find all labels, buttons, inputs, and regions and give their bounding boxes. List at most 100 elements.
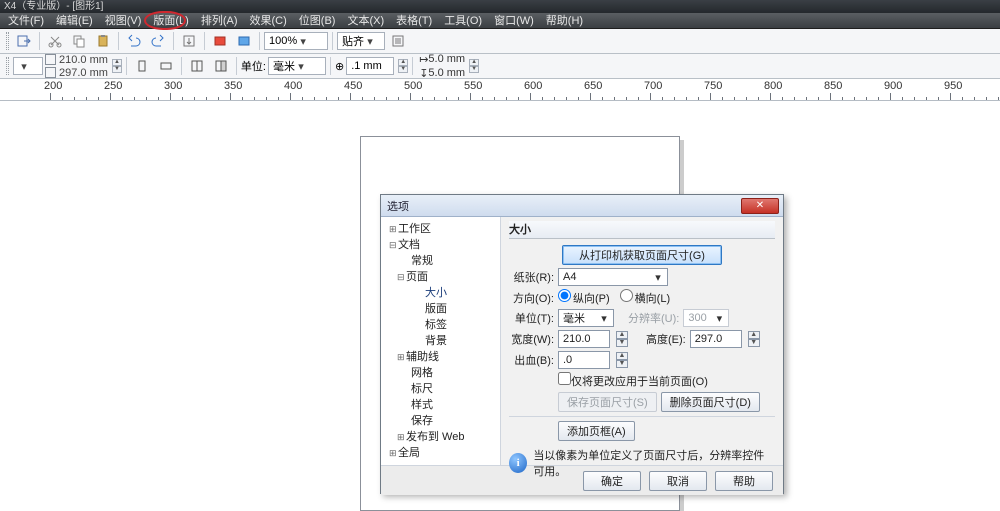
- options-tree[interactable]: ⊞工作区 ⊟文档 常规 ⊟页面 大小 版面 标签 背景 ⊞辅助线 网格 标尺 样…: [381, 217, 501, 465]
- welcome-screen-icon[interactable]: [233, 31, 255, 51]
- apply-current-checkbox[interactable]: 仅将更改应用于当前页面(O): [558, 372, 708, 389]
- dup-y-icon: ↧: [419, 67, 428, 80]
- units-combo[interactable]: 毫米 ▾: [268, 57, 326, 75]
- options-dialog: 选项 ✕ ⊞工作区 ⊟文档 常规 ⊟页面 大小 版面 标签 背景 ⊞辅助线 网格…: [380, 194, 784, 494]
- portrait-radio[interactable]: 纵向(P): [558, 289, 610, 306]
- tree-document[interactable]: ⊟文档: [381, 237, 500, 253]
- menu-view[interactable]: 视图(V): [99, 13, 148, 28]
- menu-layout[interactable]: 版面(L): [147, 13, 194, 28]
- bleed-input[interactable]: .0: [558, 351, 610, 369]
- page-dimensions: 210.0 mm 297.0 mm: [45, 54, 108, 79]
- units-label: 单位(T):: [509, 310, 554, 326]
- landscape-icon[interactable]: [155, 56, 177, 76]
- landscape-radio[interactable]: 横向(L): [620, 289, 670, 306]
- launch-app-icon[interactable]: [209, 31, 231, 51]
- chevron-down-icon: ▾: [297, 35, 309, 48]
- nudge-input[interactable]: .1 mm: [346, 57, 394, 75]
- redo-icon[interactable]: [147, 31, 169, 51]
- all-pages-icon[interactable]: [186, 56, 208, 76]
- copy-icon[interactable]: [68, 31, 90, 51]
- menu-help[interactable]: 帮助(H): [540, 13, 589, 28]
- tree-publish-web[interactable]: ⊞发布到 Web: [381, 429, 500, 445]
- paper-type-combo[interactable]: ▾: [13, 57, 43, 75]
- width-icon: [45, 54, 56, 65]
- tree-save[interactable]: 保存: [381, 413, 500, 429]
- orient-label: 方向(O):: [509, 290, 554, 306]
- dup-spinner[interactable]: ▲▼: [469, 59, 479, 73]
- width-spinner[interactable]: ▲▼: [616, 331, 628, 347]
- menu-tools[interactable]: 工具(O): [438, 13, 488, 28]
- res-value: 300: [688, 312, 706, 324]
- options-icon[interactable]: [387, 31, 409, 51]
- tree-styles[interactable]: 样式: [381, 397, 500, 413]
- height-spinner[interactable]: ▲▼: [748, 331, 760, 347]
- menu-arrange[interactable]: 排列(A): [195, 13, 244, 28]
- cancel-button[interactable]: 取消: [649, 471, 707, 491]
- menu-bitmap[interactable]: 位图(B): [293, 13, 342, 28]
- page-width-value: 210.0 mm: [59, 54, 108, 66]
- nudge-spinner[interactable]: ▲▼: [398, 59, 408, 73]
- menu-text[interactable]: 文本(X): [341, 13, 390, 28]
- help-button[interactable]: 帮助: [715, 471, 773, 491]
- info-icon: i: [509, 453, 527, 473]
- tree-page[interactable]: ⊟页面: [381, 269, 500, 285]
- panel-title: 大小: [509, 221, 775, 239]
- menu-window[interactable]: 窗口(W): [488, 13, 540, 28]
- dimension-spinner[interactable]: ▲▼: [112, 59, 122, 73]
- from-printer-button[interactable]: 从打印机获取页面尺寸(G): [562, 245, 722, 265]
- tree-workspace[interactable]: ⊞工作区: [381, 221, 500, 237]
- add-frame-button[interactable]: 添加页框(A): [558, 421, 635, 441]
- toolbar-handle[interactable]: [6, 32, 9, 50]
- dup-x-icon: ↦: [419, 53, 428, 66]
- width-input[interactable]: 210.0: [558, 330, 610, 348]
- height-label: 高度(E):: [646, 331, 686, 347]
- chevron-down-icon: ▾: [597, 312, 611, 325]
- dialog-title-bar[interactable]: 选项 ✕: [381, 195, 783, 217]
- export-icon[interactable]: [13, 31, 35, 51]
- tree-label[interactable]: 标签: [381, 317, 500, 333]
- width-label: 宽度(W):: [509, 331, 554, 347]
- paper-label: 纸张(R):: [509, 269, 554, 285]
- tree-general[interactable]: 常规: [381, 253, 500, 269]
- current-page-icon[interactable]: [210, 56, 232, 76]
- snap-combo[interactable]: 贴齐 ▾: [337, 32, 385, 50]
- import-icon[interactable]: [178, 31, 200, 51]
- tree-global[interactable]: ⊞全局: [381, 445, 500, 461]
- height-input[interactable]: 297.0: [690, 330, 742, 348]
- save-size-button: 保存页面尺寸(S): [558, 392, 657, 412]
- paste-icon[interactable]: [92, 31, 114, 51]
- tree-background[interactable]: 背景: [381, 333, 500, 349]
- menu-table[interactable]: 表格(T): [390, 13, 438, 28]
- chevron-down-icon: ▾: [18, 60, 30, 73]
- horizontal-ruler[interactable]: 2002503003504004505005506006507007508008…: [0, 79, 1000, 101]
- menu-edit[interactable]: 编辑(E): [50, 13, 99, 28]
- ok-button[interactable]: 确定: [583, 471, 641, 491]
- tree-guidelines[interactable]: ⊞辅助线: [381, 349, 500, 365]
- tree-size[interactable]: 大小: [381, 285, 500, 301]
- standard-toolbar: 100% ▾ 贴齐 ▾: [0, 29, 1000, 54]
- units-combo[interactable]: 毫米 ▾: [558, 309, 614, 327]
- undo-icon[interactable]: [123, 31, 145, 51]
- close-button[interactable]: ✕: [741, 198, 779, 214]
- cut-icon[interactable]: [44, 31, 66, 51]
- menu-layout-label: 版面(L): [153, 15, 188, 27]
- toolbar-handle[interactable]: [6, 57, 9, 75]
- units-value: 毫米: [273, 58, 295, 74]
- height-icon: [45, 67, 56, 78]
- tree-grid[interactable]: 网格: [381, 365, 500, 381]
- bleed-spinner[interactable]: ▲▼: [616, 352, 628, 368]
- dup-x-value: 5.0 mm: [428, 53, 465, 65]
- portrait-icon[interactable]: [131, 56, 153, 76]
- menu-effects[interactable]: 效果(C): [244, 13, 293, 28]
- zoom-value: 100%: [269, 35, 297, 47]
- delete-size-button[interactable]: 删除页面尺寸(D): [661, 392, 760, 412]
- tree-layout[interactable]: 版面: [381, 301, 500, 317]
- units-value: 毫米: [563, 310, 585, 326]
- paper-value: A4: [563, 271, 576, 283]
- paper-combo[interactable]: A4 ▾: [558, 268, 668, 286]
- app-title-bar: X4（专业版）- [图形1]: [0, 0, 1000, 13]
- res-combo: 300 ▾: [683, 309, 729, 327]
- zoom-combo[interactable]: 100% ▾: [264, 32, 328, 50]
- tree-rulers[interactable]: 标尺: [381, 381, 500, 397]
- menu-file[interactable]: 文件(F): [2, 13, 50, 28]
